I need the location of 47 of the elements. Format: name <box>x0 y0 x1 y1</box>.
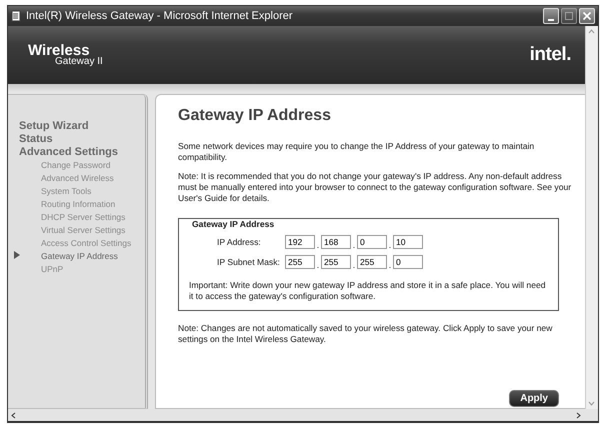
product-name: Wireless <box>28 43 90 58</box>
vertical-scrollbar[interactable] <box>585 26 598 409</box>
close-icon <box>581 10 593 22</box>
minimize-button[interactable] <box>543 8 559 24</box>
nav-subitem[interactable]: Routing Information <box>41 198 116 211</box>
nav-subitem[interactable]: Gateway IP Address <box>41 250 118 263</box>
maximize-icon <box>563 10 575 22</box>
brand-logo: intel. <box>530 44 571 66</box>
paragraph: Some network devices may require you to change the IP Address of your gateway to maintain compatibility. <box>178 141 536 163</box>
octet-input-field[interactable]: 10 <box>393 235 423 249</box>
octet-separator: . <box>316 240 320 250</box>
horizontal-scrollbar[interactable] <box>8 409 598 421</box>
octet-separator: . <box>388 240 392 250</box>
nav-item[interactable]: Setup Wizard <box>8 120 145 133</box>
product-subtitle: Gateway II <box>55 57 103 67</box>
browser-page-icon <box>11 10 22 22</box>
page-title: Gateway IP Address <box>178 107 332 125</box>
nav-subitem[interactable]: DHCP Server Settings <box>41 211 126 224</box>
selected-arrow-icon <box>14 251 20 259</box>
octet-input-field[interactable]: 0 <box>393 255 423 269</box>
octet-input-field[interactable]: 255 <box>321 255 351 269</box>
window-title: Intel(R) Wireless Gateway - Microsoft Internet Explorer <box>26 10 294 22</box>
nav-subitem[interactable]: Advanced Wireless <box>41 172 114 185</box>
octet-input-field[interactable]: 255 <box>357 255 387 269</box>
field-label: IP Subnet Mask: <box>216 257 281 267</box>
important-note: Important: Write down your new gateway IP address and store it in a safe place. You will need it to access the gateway's configuration software. <box>189 280 547 302</box>
octet-input-field[interactable]: 0 <box>357 235 387 249</box>
nav-subitem[interactable]: System Tools <box>41 185 92 198</box>
close-button[interactable] <box>579 8 595 24</box>
paragraph: Note: It is recommended that you do not change your gateway's IP address. Any non-default address must be manually entered into your browser to connect to the gateway configuration software. See your User's Guide for details. <box>178 171 572 204</box>
field-label: IP Address: <box>216 237 262 247</box>
save-note: Note: Changes are not automatically saved to your wireless gateway. Click Apply to save your new settings on the Intel Wireless Gateway. <box>178 323 554 345</box>
nav-subitem[interactable]: Access Control Settings <box>41 237 132 250</box>
octet-separator: . <box>352 260 356 270</box>
nav-item[interactable]: Status <box>8 133 145 146</box>
octet-separator: . <box>388 260 392 270</box>
octet-input-field[interactable]: 192 <box>285 235 315 249</box>
nav-subitem[interactable]: Virtual Server Settings <box>41 224 126 237</box>
octet-input-field[interactable]: 255 <box>285 255 315 269</box>
octet-separator: . <box>352 240 356 250</box>
nav-subitem[interactable]: UPnP <box>41 263 64 276</box>
nav-subitem[interactable]: Change Password <box>41 159 110 172</box>
apply-button[interactable]: Apply <box>509 390 559 407</box>
nav-item[interactable]: Advanced Settings <box>8 146 145 159</box>
minimize-icon <box>548 18 554 20</box>
octet-input-field[interactable]: 168 <box>321 235 351 249</box>
octet-separator: . <box>316 260 320 270</box>
